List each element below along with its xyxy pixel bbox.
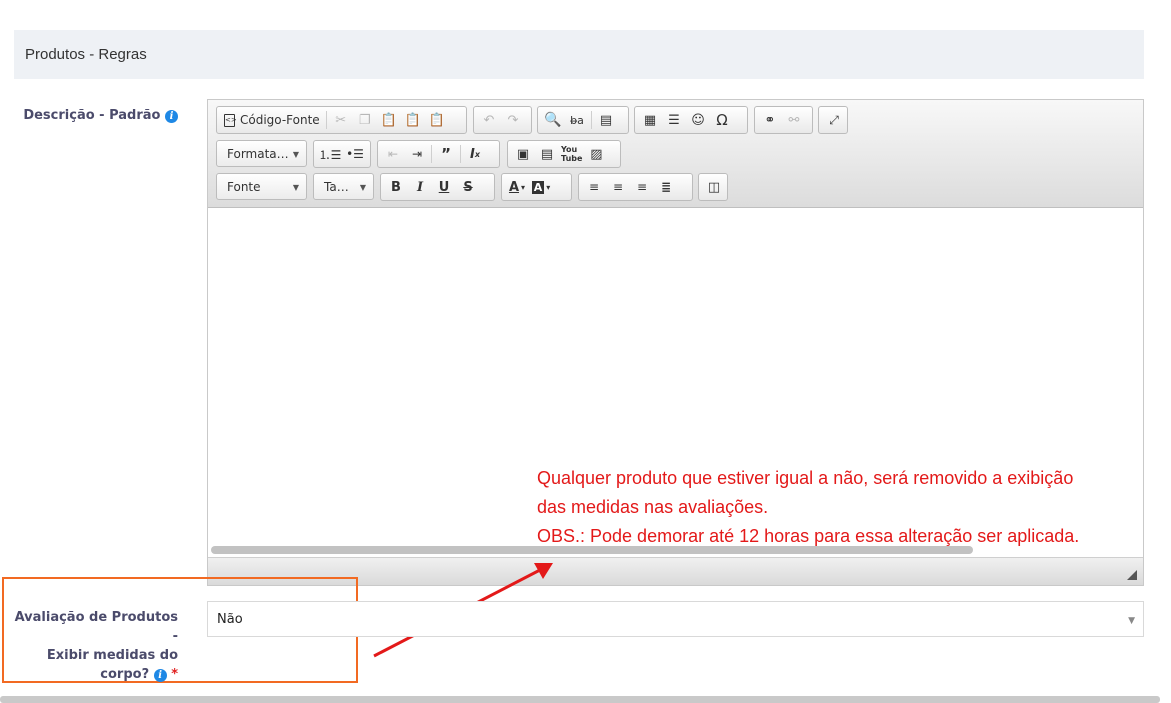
paste-word-icon[interactable]: 📋 — [425, 109, 449, 131]
separator — [591, 111, 592, 129]
style-group: B I U S — [380, 173, 495, 201]
undo-icon[interactable]: ↶ — [477, 109, 501, 131]
resize-handle-icon[interactable] — [1127, 570, 1137, 580]
link-icon[interactable]: ⚭ — [758, 109, 782, 131]
annotation-line-1: Qualquer produto que estiver igual a não… — [537, 468, 1074, 488]
unlink-icon[interactable]: ⚯ — [782, 109, 806, 131]
required-mark: * — [171, 667, 178, 682]
description-label: Descrição - Padrão i — [20, 106, 178, 125]
size-combo[interactable]: Ta… ▼ — [313, 173, 374, 200]
section-header: Produtos - Regras — [14, 30, 1144, 79]
source-icon: <> — [224, 113, 237, 127]
indent-icon[interactable]: ⇥ — [405, 143, 429, 165]
link-group: ⚭ ⚯ — [754, 106, 813, 134]
insert-group: ▦ ☰ ☺ Ω — [634, 106, 748, 134]
rating-select[interactable]: Não ▼ — [207, 601, 1144, 637]
rating-label-line-1: Avaliação de Produtos - — [14, 610, 178, 644]
strike-icon[interactable]: S — [456, 176, 480, 198]
font-combo[interactable]: Fonte ▼ — [216, 173, 307, 200]
cut-icon[interactable]: ✂ — [329, 109, 353, 131]
separator — [460, 145, 461, 163]
image-icon[interactable]: ▨ — [584, 143, 608, 165]
media-group: ▣ ▤ You Tube ▨ — [507, 140, 621, 168]
align-center-icon[interactable]: ≡ — [606, 176, 630, 198]
iframe-icon[interactable]: ▤ — [535, 143, 559, 165]
italic-icon[interactable]: I — [408, 176, 432, 198]
rating-label-line-3: corpo? — [100, 667, 150, 682]
bulleted-list-icon[interactable]: •☰ — [343, 143, 367, 165]
chevron-down-icon: ▼ — [359, 183, 366, 192]
format-combo[interactable]: Formata… ▼ — [216, 140, 307, 167]
show-blocks-icon[interactable]: ◫ — [702, 176, 726, 198]
blockquote-icon[interactable]: ” — [434, 143, 458, 165]
redo-icon[interactable]: ↷ — [501, 109, 525, 131]
copy-icon[interactable]: ❐ — [353, 109, 377, 131]
numbered-list-icon[interactable]: ⒈☰ — [317, 143, 343, 165]
size-combo-label: Ta… — [324, 180, 349, 194]
select-all-icon[interactable]: ▤ — [594, 109, 618, 131]
youtube-icon[interactable]: You Tube — [559, 143, 584, 165]
color-group: A ▾ A ▾ — [501, 173, 572, 201]
outdent-icon[interactable]: ⇤ — [381, 143, 405, 165]
editor-toolbar: <> Código-Fonte ✂ ❐ 📋 📋 📋 ↶ ↷ 🔍 b̶a ▤ ▦ … — [208, 100, 1143, 208]
rating-select-value: Não — [217, 612, 243, 627]
paste-text-icon[interactable]: 📋 — [401, 109, 425, 131]
undo-group: ↶ ↷ — [473, 106, 532, 134]
info-icon[interactable]: i — [165, 110, 178, 123]
align-left-icon[interactable]: ≡ — [582, 176, 606, 198]
chevron-down-icon: ▼ — [1128, 616, 1135, 626]
underline-icon[interactable]: U — [432, 176, 456, 198]
source-label: Código-Fonte — [240, 113, 320, 127]
font-combo-label: Fonte — [227, 180, 261, 194]
replace-icon[interactable]: b̶a — [565, 109, 589, 131]
source-group: <> Código-Fonte ✂ ❐ 📋 📋 📋 — [216, 106, 467, 134]
page-horizontal-scrollbar[interactable] — [0, 696, 1160, 703]
rating-label-line-2: Exibir medidas do — [46, 648, 178, 663]
rating-label: Avaliação de Produtos - Exibir medidas d… — [10, 608, 178, 684]
chevron-down-icon: ▼ — [292, 150, 299, 159]
annotation-note: Qualquer produto que estiver igual a não… — [537, 464, 1079, 551]
remove-format-icon[interactable]: Ix — [463, 143, 487, 165]
separator — [325, 111, 327, 129]
smiley-icon[interactable]: ☺ — [686, 109, 710, 131]
paste-icon[interactable]: 📋 — [377, 109, 401, 131]
source-button[interactable]: <> Código-Fonte — [220, 109, 324, 131]
blocks-group: ◫ — [698, 173, 728, 201]
description-label-text: Descrição - Padrão — [23, 108, 161, 123]
info-icon[interactable]: i — [153, 669, 167, 682]
maximize-icon[interactable]: ⤢ — [822, 109, 846, 131]
maximize-group: ⤢ — [818, 106, 848, 134]
align-group: ≡ ≡ ≡ ≣ — [578, 173, 693, 201]
indent-group: ⇤ ⇥ ” Ix — [377, 140, 500, 168]
format-combo-label: Formata… — [227, 147, 289, 161]
horizontal-line-icon[interactable]: ☰ — [662, 109, 686, 131]
find-group: 🔍 b̶a ▤ — [537, 106, 629, 134]
list-group: ⒈☰ •☰ — [313, 140, 371, 168]
justify-icon[interactable]: ≣ — [654, 176, 678, 198]
video-icon[interactable]: ▣ — [511, 143, 535, 165]
text-color-icon[interactable]: A ▾ — [505, 176, 529, 198]
chevron-down-icon: ▼ — [292, 183, 299, 192]
bg-color-icon[interactable]: A ▾ — [529, 176, 553, 198]
annotation-line-3: OBS.: Pode demorar até 12 horas para ess… — [537, 526, 1080, 546]
separator — [431, 145, 432, 163]
find-icon[interactable]: 🔍 — [541, 109, 565, 131]
align-right-icon[interactable]: ≡ — [630, 176, 654, 198]
section-title: Produtos - Regras — [25, 46, 147, 63]
bold-icon[interactable]: B — [384, 176, 408, 198]
table-icon[interactable]: ▦ — [638, 109, 662, 131]
annotation-line-2: das medidas nas avaliações. — [537, 497, 769, 517]
special-char-icon[interactable]: Ω — [710, 109, 734, 131]
